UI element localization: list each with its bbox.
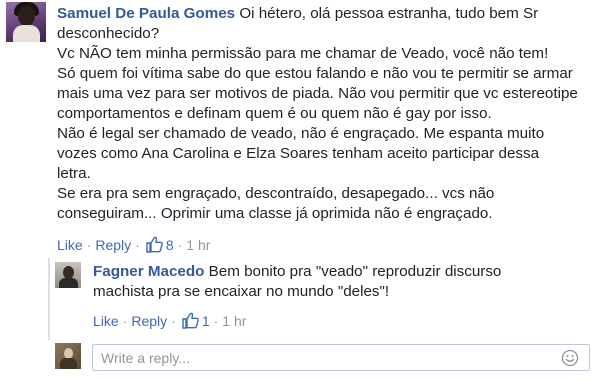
thumbs-up-icon[interactable] <box>146 236 164 253</box>
reply-author-avatar[interactable] <box>55 262 81 288</box>
separator: · <box>135 236 140 253</box>
reply-comment-body: Fagner Macedo Bem bonito pra "veado" rep… <box>93 263 501 300</box>
write-reply-input[interactable]: Write a reply... <box>92 344 590 371</box>
reply-link[interactable]: Reply <box>131 313 167 329</box>
avatar-body <box>13 25 40 42</box>
main-comment-text: Oi hétero, olá pessoa estranha, tudo bem… <box>57 5 578 222</box>
commenter-avatar[interactable] <box>6 2 46 42</box>
like-link[interactable]: Like <box>93 313 119 329</box>
reply-link[interactable]: Reply <box>95 237 131 253</box>
avatar-body <box>60 358 77 369</box>
reply-thread-rail <box>48 258 50 340</box>
reply-comment-author[interactable]: Fagner Macedo <box>93 263 204 280</box>
reply-placeholder: Write a reply... <box>101 350 190 366</box>
timestamp[interactable]: 1 hr <box>222 313 246 329</box>
avatar-body <box>59 278 78 288</box>
separator: · <box>213 312 219 329</box>
like-link[interactable]: Like <box>57 237 83 253</box>
like-count[interactable]: 8 <box>166 237 174 253</box>
smiley-icon[interactable] <box>561 349 579 367</box>
separator: · <box>171 312 176 329</box>
main-comment: Samuel De Paula Gomes Oi hétero, olá pes… <box>57 4 597 224</box>
reply-comment-actions: Like · Reply · 1 · 1 hr <box>93 312 246 329</box>
separator: · <box>122 312 128 329</box>
main-comment-body: Samuel De Paula Gomes Oi hétero, olá pes… <box>57 5 578 222</box>
thumbs-up-icon[interactable] <box>182 312 200 329</box>
main-comment-author[interactable]: Samuel De Paula Gomes <box>57 5 235 22</box>
timestamp[interactable]: 1 hr <box>186 237 210 253</box>
main-comment-actions: Like · Reply · 8 · 1 hr <box>57 236 210 253</box>
avatar-head <box>18 6 35 26</box>
like-count[interactable]: 1 <box>202 313 210 329</box>
reply-comment: Fagner Macedo Bem bonito pra "veado" rep… <box>93 262 593 302</box>
separator: · <box>86 236 92 253</box>
separator: · <box>177 236 183 253</box>
current-user-avatar <box>55 343 81 369</box>
